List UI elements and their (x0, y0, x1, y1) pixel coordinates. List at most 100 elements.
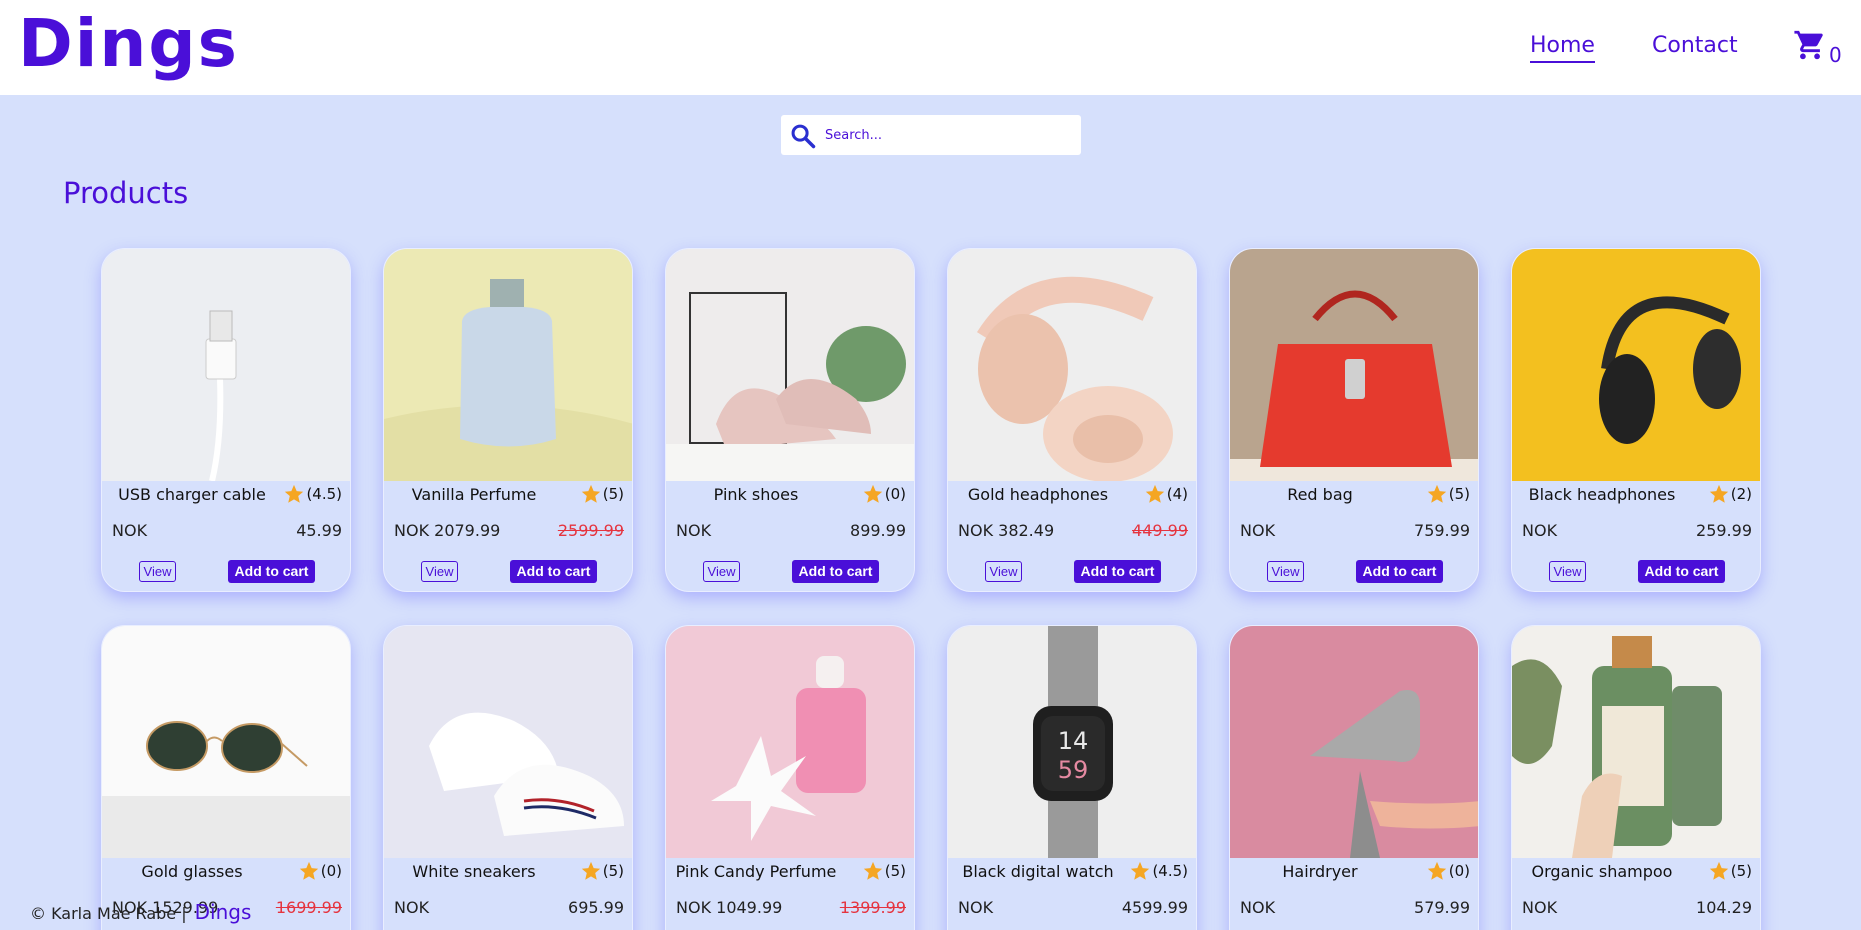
search-input[interactable] (825, 123, 1071, 147)
add-to-cart-button[interactable]: Add to cart (792, 560, 879, 583)
view-button[interactable]: View (985, 561, 1022, 582)
rating-value: (5) (884, 862, 906, 880)
product-image[interactable] (102, 626, 350, 858)
add-to-cart-button[interactable]: Add to cart (1356, 560, 1443, 583)
product-image[interactable] (1512, 626, 1760, 858)
current-price: NOK (1522, 521, 1558, 540)
product-card[interactable]: Gold glasses (0) NOK 1529.99 1699.99 Vie… (101, 625, 351, 930)
rating-value: (0) (320, 862, 342, 880)
product-name: White sneakers (412, 862, 536, 881)
product-card[interactable]: Gold headphones (4) NOK 382.49 449.99 Vi… (947, 248, 1197, 592)
product-card[interactable]: White sneakers (5) NOK 695.99 View Add t… (383, 625, 633, 930)
rating-value: (2) (1730, 485, 1752, 503)
price-value: 104.29 (1696, 898, 1752, 917)
product-image[interactable]: 14 59 (948, 626, 1196, 858)
current-price: NOK (1522, 898, 1558, 917)
cart-count-badge: 0 (1829, 43, 1842, 67)
cart-button[interactable]: 0 (1793, 28, 1845, 68)
add-to-cart-button[interactable]: Add to cart (510, 560, 597, 583)
product-name: USB charger cable (118, 485, 266, 504)
white-sneakers-image (384, 626, 632, 858)
price-row: NOK 104.29 (1522, 898, 1752, 917)
product-image[interactable] (948, 249, 1196, 481)
black-headphones-image (1512, 249, 1760, 481)
star-icon (1709, 484, 1728, 503)
product-card[interactable]: Organic shampoo (5) NOK 104.29 View Add … (1511, 625, 1761, 930)
price-value: 579.99 (1414, 898, 1470, 917)
current-price: NOK (394, 898, 430, 917)
star-icon (299, 861, 318, 880)
nav-home-link[interactable]: Home (1530, 32, 1595, 63)
shopping-cart-icon (1794, 30, 1823, 60)
product-card[interactable]: Red bag (5) NOK 759.99 View Add to cart (1229, 248, 1479, 592)
product-image[interactable] (384, 626, 632, 858)
view-button[interactable]: View (703, 561, 740, 582)
product-card[interactable]: Hairdryer (0) NOK 579.99 View Add to car… (1229, 625, 1479, 930)
site-footer: © Karla Mae Rabe | Dings (30, 900, 251, 926)
price-row: NOK 4599.99 (958, 898, 1188, 917)
price-value: 759.99 (1414, 521, 1470, 540)
old-price: 2599.99 (557, 521, 624, 540)
copyright-text: © Karla Mae Rabe | (30, 904, 187, 923)
product-image[interactable] (384, 249, 632, 481)
product-rating: (5) (1426, 483, 1470, 505)
product-rating: (2) (1708, 483, 1752, 505)
price-row: NOK 1049.99 1399.99 (676, 898, 906, 917)
star-icon (1145, 484, 1164, 503)
add-to-cart-button[interactable]: Add to cart (1638, 560, 1725, 583)
smart-watch-image: 14 59 (948, 626, 1196, 858)
product-name: Gold headphones (967, 485, 1109, 504)
pink-perfume-image (666, 626, 914, 858)
product-card[interactable]: Pink Candy Perfume (5) NOK 1049.99 1399.… (665, 625, 915, 930)
product-image[interactable] (102, 249, 350, 481)
rating-value: (5) (1448, 485, 1470, 503)
current-price: NOK (958, 898, 994, 917)
product-card[interactable]: 14 59 Black digital watch (4.5) NOK 4599… (947, 625, 1197, 930)
old-price: 449.99 (1132, 521, 1188, 540)
rating-value: (4.5) (1152, 862, 1188, 880)
price-row: NOK 259.99 (1522, 521, 1752, 540)
products-heading: Products (63, 176, 189, 210)
current-price: NOK (1240, 521, 1276, 540)
view-button[interactable]: View (1267, 561, 1304, 582)
current-price: NOK 1049.99 (676, 898, 783, 917)
product-name: Red bag (1287, 485, 1353, 504)
product-image[interactable] (666, 626, 914, 858)
add-to-cart-button[interactable]: Add to cart (228, 560, 315, 583)
product-rating: (0) (1426, 860, 1470, 882)
product-card[interactable]: Black headphones (2) NOK 259.99 View Add… (1511, 248, 1761, 592)
price-row: NOK 899.99 (676, 521, 906, 540)
product-name: Hairdryer (1282, 862, 1358, 881)
add-to-cart-button[interactable]: Add to cart (1074, 560, 1161, 583)
price-value: 4599.99 (1121, 898, 1188, 917)
svg-text:14: 14 (1058, 727, 1089, 755)
product-card[interactable]: Vanilla Perfume (5) NOK 2079.99 2599.99 … (383, 248, 633, 592)
product-image[interactable] (1230, 626, 1478, 858)
site-header: Dings Home Contact 0 (0, 0, 1861, 95)
star-icon (1427, 861, 1446, 880)
view-button[interactable]: View (139, 561, 176, 582)
product-image[interactable] (1512, 249, 1760, 481)
star-icon (863, 861, 882, 880)
price-value: 899.99 (850, 521, 906, 540)
perfume-bottle-image (384, 249, 632, 481)
view-button[interactable]: View (1549, 561, 1586, 582)
product-card[interactable]: USB charger cable (4.5) NOK 45.99 View A… (101, 248, 351, 592)
product-name: Organic shampoo (1531, 862, 1673, 881)
star-icon (581, 484, 600, 503)
price-value: 695.99 (568, 898, 624, 917)
product-rating: (0) (298, 860, 342, 882)
nav-contact-link[interactable]: Contact (1652, 32, 1738, 60)
price-row: NOK 382.49 449.99 (958, 521, 1188, 540)
rating-value: (0) (884, 485, 906, 503)
usb-cable-image (102, 249, 350, 481)
logo[interactable]: Dings (18, 4, 239, 84)
current-price: NOK 2079.99 (394, 521, 501, 540)
product-image[interactable] (666, 249, 914, 481)
product-name: Pink shoes (713, 485, 799, 504)
product-card[interactable]: Pink shoes (0) NOK 899.99 View Add to ca… (665, 248, 915, 592)
product-image[interactable] (1230, 249, 1478, 481)
footer-brand-link[interactable]: Dings (195, 900, 252, 924)
price-value: 259.99 (1696, 521, 1752, 540)
view-button[interactable]: View (421, 561, 458, 582)
